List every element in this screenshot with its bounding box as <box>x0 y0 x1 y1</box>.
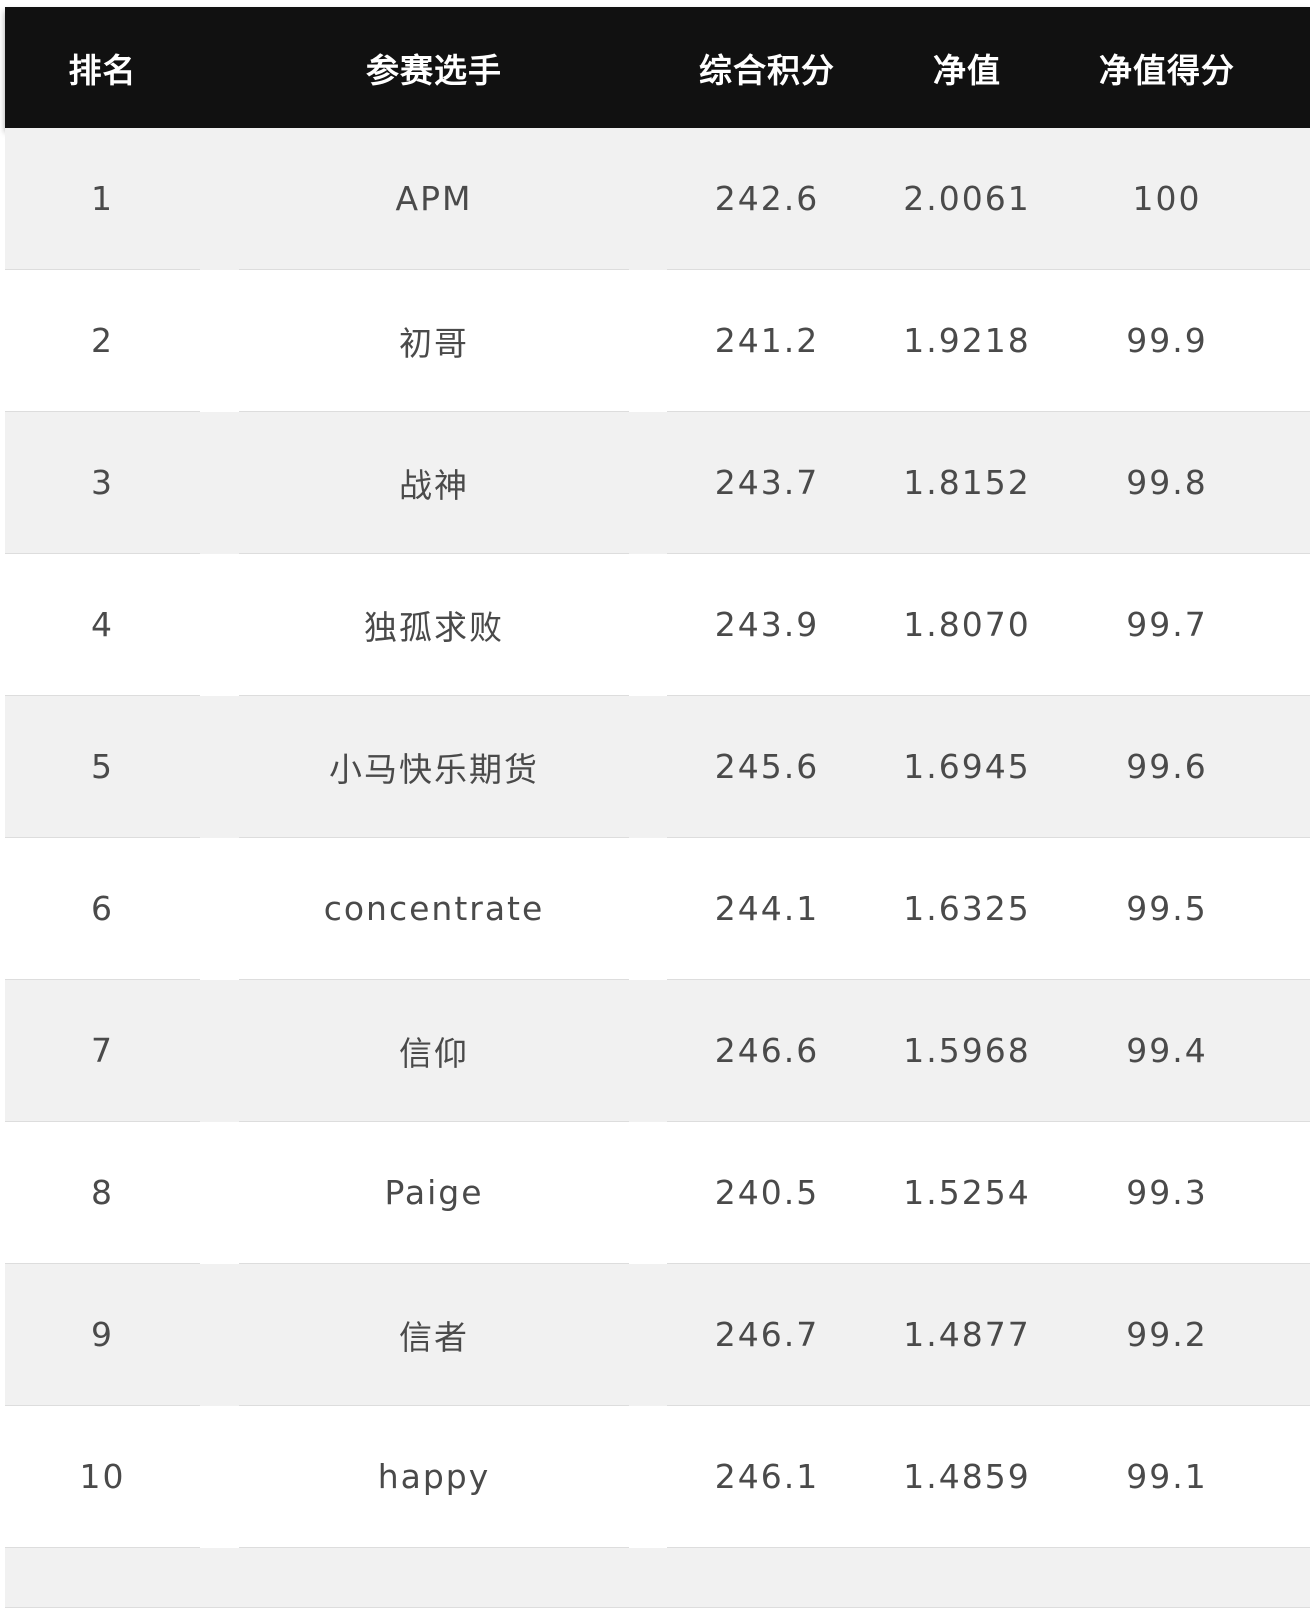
column-gap <box>629 128 667 270</box>
cell-total-score: 242.6 <box>714 179 820 218</box>
cell-player: 初哥 <box>399 323 469 363</box>
cell-total-score: 246.1 <box>714 1457 820 1496</box>
column-gap <box>200 838 239 980</box>
cell-nav-score: 99.7 <box>1126 605 1208 644</box>
table-body: 1 APM 242.6 2.0061 100 2 初哥 241.2 1.9218 99.9 3 战神 2… <box>5 128 1310 1608</box>
cell-rank: 3 <box>91 463 114 502</box>
leaderboard-table: 排名 参赛选手 综合积分 净值 净值得分 1 APM 242.6 2.0061 100 2… <box>5 7 1310 1608</box>
cell-rank: 1 <box>91 179 114 218</box>
table-row[interactable]: 6 concentrate 244.1 1.6325 99.5 <box>5 838 1310 980</box>
cell-total-score: 243.9 <box>714 605 820 644</box>
table-row[interactable]: 1 APM 242.6 2.0061 100 <box>5 128 1310 270</box>
column-gap <box>629 838 667 980</box>
cell-total-score: 241.2 <box>714 321 820 360</box>
column-gap <box>629 1264 667 1406</box>
cell-nav: 1.6325 <box>903 889 1031 928</box>
cell-nav-score: 99.5 <box>1126 889 1208 928</box>
column-gap <box>200 554 239 696</box>
cell-nav-score: 99.2 <box>1126 1315 1208 1354</box>
column-gap <box>629 1406 667 1548</box>
header-nav-score[interactable]: 净值得分 <box>1067 7 1267 128</box>
header-player[interactable]: 参赛选手 <box>239 7 629 128</box>
column-gap <box>200 1122 239 1264</box>
table-row[interactable]: 4 独孤求败 243.9 1.8070 99.7 <box>5 554 1310 696</box>
cell-rank: 7 <box>91 1031 114 1070</box>
column-gap <box>200 1406 239 1548</box>
column-gap <box>200 412 239 554</box>
cell-player: concentrate <box>323 889 545 928</box>
cell-nav: 1.5254 <box>903 1173 1031 1212</box>
cell-nav-score: 99.1 <box>1126 1457 1208 1496</box>
cell-nav: 1.4877 <box>903 1315 1031 1354</box>
cell-nav: 1.8152 <box>903 463 1031 502</box>
table-row[interactable]: 2 初哥 241.2 1.9218 99.9 <box>5 270 1310 412</box>
column-gap <box>629 696 667 838</box>
cell-rank: 5 <box>91 747 114 786</box>
cell-total-score: 246.7 <box>714 1315 820 1354</box>
cell-rank: 8 <box>91 1173 114 1212</box>
cell-nav-score: 99.4 <box>1126 1031 1208 1070</box>
cell-nav-score: 99.9 <box>1126 321 1208 360</box>
cell-rank: 6 <box>91 889 114 928</box>
cell-nav-score: 99.3 <box>1126 1173 1208 1212</box>
table-row[interactable]: 8 Paige 240.5 1.5254 99.3 <box>5 1122 1310 1264</box>
table-row[interactable]: 10 happy 246.1 1.4859 99.1 <box>5 1406 1310 1548</box>
cell-nav: 1.4859 <box>903 1457 1031 1496</box>
cell-total-score: 240.5 <box>714 1173 820 1212</box>
column-gap <box>200 980 239 1122</box>
column-gap <box>200 1264 239 1406</box>
cell-nav-score: 99.6 <box>1126 747 1208 786</box>
cell-total-score: 245.6 <box>714 747 820 786</box>
cell-nav-score: 99.8 <box>1126 463 1208 502</box>
header-rank[interactable]: 排名 <box>5 7 200 128</box>
table-row[interactable]: 3 战神 243.7 1.8152 99.8 <box>5 412 1310 554</box>
cell-player: 信者 <box>399 1317 469 1357</box>
header-nav[interactable]: 净值 <box>867 7 1067 128</box>
column-gap <box>200 696 239 838</box>
cell-player: Paige <box>384 1173 484 1212</box>
cell-nav-score: 100 <box>1132 179 1202 218</box>
cell-player: 独孤求败 <box>364 607 504 647</box>
cell-rank: 2 <box>91 321 114 360</box>
column-gap <box>629 980 667 1122</box>
column-gap <box>629 270 667 412</box>
header-total-score[interactable]: 综合积分 <box>667 7 867 128</box>
column-gap <box>629 554 667 696</box>
table-row[interactable]: 7 信仰 246.6 1.5968 99.4 <box>5 980 1310 1122</box>
cell-nav: 1.9218 <box>903 321 1031 360</box>
cell-rank: 4 <box>91 605 114 644</box>
cell-player: 战神 <box>399 465 469 505</box>
table-header: 排名 参赛选手 综合积分 净值 净值得分 <box>5 7 1310 128</box>
cell-player: APM <box>395 179 473 218</box>
cell-total-score: 246.6 <box>714 1031 820 1070</box>
column-gap <box>629 1122 667 1264</box>
column-gap <box>200 270 239 412</box>
table-row[interactable]: 9 信者 246.7 1.4877 99.2 <box>5 1264 1310 1406</box>
cell-player: 信仰 <box>399 1033 469 1073</box>
cell-total-score: 243.7 <box>714 463 820 502</box>
cell-total-score: 244.1 <box>714 889 820 928</box>
cell-nav: 1.5968 <box>903 1031 1031 1070</box>
cell-nav: 1.6945 <box>903 747 1031 786</box>
cell-nav: 2.0061 <box>903 179 1031 218</box>
table-row-partial <box>5 1548 1310 1608</box>
cell-player: 小马快乐期货 <box>329 749 539 789</box>
cell-rank: 10 <box>79 1457 126 1496</box>
cell-player: happy <box>377 1457 491 1496</box>
cell-nav: 1.8070 <box>903 605 1031 644</box>
table-row[interactable]: 5 小马快乐期货 245.6 1.6945 99.6 <box>5 696 1310 838</box>
column-gap <box>629 412 667 554</box>
cell-rank: 9 <box>91 1315 114 1354</box>
column-gap <box>200 128 239 270</box>
